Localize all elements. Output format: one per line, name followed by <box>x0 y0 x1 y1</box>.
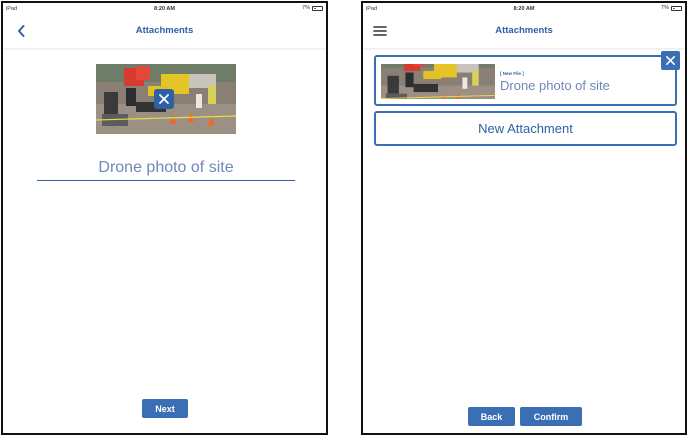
status-right: 7% <box>302 5 323 11</box>
page-title: Attachments <box>495 25 553 36</box>
battery-icon <box>312 5 323 11</box>
caption-input[interactable] <box>37 155 295 181</box>
back-button[interactable]: Back <box>468 407 515 426</box>
attachment-photo <box>96 64 236 134</box>
status-right: 7% <box>661 5 682 11</box>
status-bar: iPad 8:20 AM 7% <box>363 3 685 15</box>
attachment-tag: [ New File ] <box>500 71 524 76</box>
construction-photo-image <box>381 64 495 99</box>
remove-attachment-button[interactable] <box>661 51 680 70</box>
right-screen: iPad 8:20 AM 7% Attachments [New File]… <box>361 1 687 435</box>
new-attachment-button[interactable]: New Attachment <box>374 111 677 146</box>
nav-bar: Attachments <box>363 16 685 49</box>
attachment-thumbnail <box>381 64 495 99</box>
left-screen: iPad 8:20 AM 7% Attachments Drone photo … <box>1 1 328 435</box>
attachment-name: Drone photo of site <box>500 78 610 93</box>
page-title: Attachments <box>135 25 194 36</box>
battery-percent: 7% <box>661 5 669 11</box>
attachment-card[interactable]: [ New File ] Drone photo of site <box>374 55 677 106</box>
close-icon <box>159 94 169 104</box>
battery-percent: 7% <box>302 5 310 11</box>
remove-photo-button[interactable] <box>154 89 174 109</box>
status-time: 8:20 AM <box>154 6 175 12</box>
status-time: 8:20 AM <box>513 6 535 12</box>
close-icon <box>666 56 675 65</box>
status-bar: iPad 8:20 AM 7% <box>3 3 326 15</box>
battery-icon <box>671 5 682 11</box>
nav-bar: Attachments <box>3 16 326 49</box>
confirm-button[interactable]: Confirm <box>520 407 582 426</box>
next-button[interactable]: Next <box>142 399 188 418</box>
